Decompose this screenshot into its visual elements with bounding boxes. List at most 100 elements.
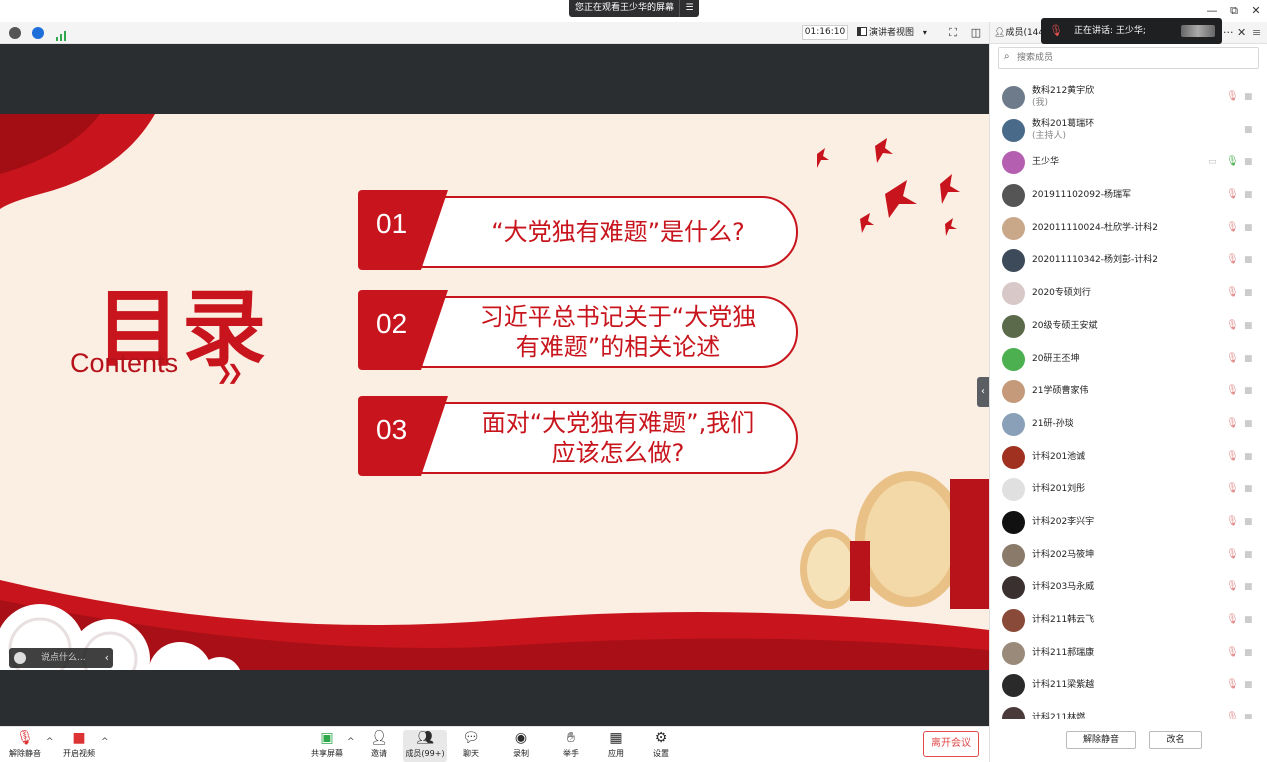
- member-row[interactable]: 计科211梁紫越 🎙︎ ■: [990, 669, 1267, 702]
- camera-off-icon[interactable]: ■: [1244, 92, 1256, 102]
- unmute-button[interactable]: 🎙︎ 解除静音: [6, 730, 44, 762]
- more-icon[interactable]: ···: [1223, 22, 1234, 44]
- emoji-icon[interactable]: [14, 652, 26, 664]
- member-row[interactable]: 202011110024-杜欣学-计科2 🎙︎ ■: [990, 212, 1267, 245]
- signal-icon[interactable]: [55, 27, 67, 41]
- close-button[interactable]: ✕: [1247, 3, 1265, 19]
- member-row[interactable]: 21研-孙琰 🎙︎ ■: [990, 408, 1267, 441]
- member-row[interactable]: 计科203马永威 🎙︎ ■: [990, 571, 1267, 604]
- mic-off-icon[interactable]: 🎙︎: [1226, 385, 1239, 397]
- member-row[interactable]: 20级专硕王安斌 🎙︎ ■: [990, 310, 1267, 343]
- member-search-input[interactable]: [1017, 50, 1247, 66]
- member-name-block: 2020专硕刘行: [1032, 277, 1091, 309]
- mic-off-icon[interactable]: 🎙︎: [1226, 91, 1239, 103]
- member-row[interactable]: 计科211郝瑞康 🎙︎ ■: [990, 637, 1267, 670]
- camera-off-icon[interactable]: ■: [1244, 517, 1256, 527]
- apps-button[interactable]: ▦ 应用: [600, 730, 632, 762]
- chevron-up-icon[interactable]: ^: [46, 737, 54, 747]
- member-name-block: 202011110342-杨刘彭-计科2: [1032, 244, 1158, 276]
- mic-off-icon[interactable]: 🎙︎: [1226, 353, 1239, 365]
- view-mode-button[interactable]: 演讲者视图 ▾: [857, 25, 937, 40]
- panel-collapse-handle[interactable]: ‹: [977, 377, 989, 407]
- sidebar-toggle-icon[interactable]: ◫: [968, 25, 984, 41]
- camera-off-icon[interactable]: ■: [1244, 321, 1256, 331]
- member-row[interactable]: 计科201刘彤 🎙︎ ■: [990, 473, 1267, 506]
- member-row[interactable]: 计科202马筱坤 🎙︎ ■: [990, 539, 1267, 572]
- mic-off-icon[interactable]: 🎙︎: [1226, 287, 1239, 299]
- member-row[interactable]: 计科211韩云飞 🎙︎ ■: [990, 604, 1267, 637]
- share-banner[interactable]: 您正在观看王少华的屏幕 ☰: [569, 0, 699, 17]
- chat-button[interactable]: 💬︎ 聊天: [455, 730, 487, 762]
- avatar: [1002, 609, 1025, 632]
- record-button[interactable]: ◉ 录制: [505, 730, 537, 762]
- info-icon[interactable]: [9, 27, 21, 39]
- camera-off-icon[interactable]: ■: [1244, 582, 1256, 592]
- member-row[interactable]: 计科202李兴宇 🎙︎ ■: [990, 506, 1267, 539]
- member-name: 计科211林燃: [1032, 713, 1086, 719]
- fullscreen-icon[interactable]: ⛶: [945, 25, 961, 41]
- invite-button[interactable]: 👤︎ 邀请: [362, 730, 396, 762]
- collapse-chat-icon[interactable]: ‹: [105, 648, 109, 668]
- member-name: 计科202李兴宇: [1032, 516, 1095, 527]
- camera-off-icon[interactable]: ■: [1244, 223, 1256, 233]
- member-row[interactable]: 2020专硕刘行 🎙︎ ■: [990, 277, 1267, 310]
- member-row[interactable]: 数科201葛瑞环 (主持人) ■: [990, 114, 1267, 147]
- settings-button[interactable]: ⚙︎ 设置: [645, 730, 677, 762]
- mic-off-icon[interactable]: 🎙︎: [1226, 581, 1239, 593]
- member-row[interactable]: 201911102092-杨瑞军 🎙︎ ■: [990, 179, 1267, 212]
- camera-off-icon[interactable]: ■: [1244, 484, 1256, 494]
- mic-off-icon[interactable]: 🎙︎: [1226, 647, 1239, 659]
- camera-off-icon[interactable]: ■: [1244, 452, 1256, 462]
- leave-meeting-button[interactable]: 离开会议: [923, 731, 979, 757]
- mic-off-icon[interactable]: 🎙︎: [1226, 712, 1239, 719]
- mic-off-icon[interactable]: 🎙︎: [1226, 679, 1239, 691]
- mic-off-icon[interactable]: 🎙︎: [1226, 516, 1239, 528]
- camera-off-icon[interactable]: ■: [1244, 386, 1256, 396]
- start-video-button[interactable]: ■ 开启视频: [60, 730, 98, 762]
- camera-off-icon[interactable]: ■: [1244, 648, 1256, 658]
- mic-off-icon[interactable]: 🎙︎: [1226, 254, 1239, 266]
- close-icon[interactable]: ✕: [1237, 22, 1246, 44]
- restore-button[interactable]: ⧉: [1225, 3, 1243, 19]
- camera-off-icon[interactable]: ■: [1244, 125, 1256, 135]
- mic-off-icon[interactable]: 🎙︎: [1226, 222, 1239, 234]
- list-icon[interactable]: ☰: [679, 0, 699, 17]
- member-row[interactable]: 20研王丕坤 🎙︎ ■: [990, 343, 1267, 376]
- camera-off-icon[interactable]: ■: [1244, 419, 1256, 429]
- rename-button[interactable]: 改名: [1149, 731, 1202, 749]
- menu-icon[interactable]: ≡: [1252, 22, 1261, 44]
- members-label: 成员(99+): [405, 749, 445, 758]
- mic-on-icon[interactable]: 🎙︎: [1226, 156, 1239, 168]
- mic-off-icon[interactable]: 🎙︎: [1226, 549, 1239, 561]
- member-row[interactable]: 21学硕曹家伟 🎙︎ ■: [990, 375, 1267, 408]
- quick-chat-input[interactable]: 说点什么... ‹: [9, 648, 113, 668]
- camera-off-icon[interactable]: ■: [1244, 157, 1256, 167]
- camera-off-icon[interactable]: ■: [1244, 354, 1256, 364]
- shield-icon[interactable]: [32, 27, 44, 39]
- chevron-up-icon[interactable]: ^: [347, 737, 355, 747]
- raise-hand-button[interactable]: ✋︎ 举手: [555, 730, 587, 762]
- member-row[interactable]: 202011110342-杨刘彭-计科2 🎙︎ ■: [990, 244, 1267, 277]
- member-search[interactable]: ⌕: [998, 47, 1259, 69]
- camera-off-icon[interactable]: ■: [1244, 255, 1256, 265]
- mic-off-icon[interactable]: 🎙︎: [1226, 483, 1239, 495]
- mic-off-icon[interactable]: 🎙︎: [1226, 418, 1239, 430]
- camera-off-icon[interactable]: ■: [1244, 288, 1256, 298]
- camera-off-icon[interactable]: ■: [1244, 615, 1256, 625]
- member-row[interactable]: 计科211林燃 🎙︎ ■: [990, 702, 1267, 719]
- members-button[interactable]: 👥︎ 成员(99+): [403, 730, 447, 762]
- member-row[interactable]: 王少华 ▭ 🎙︎ ■: [990, 146, 1267, 179]
- mic-off-icon[interactable]: 🎙︎: [1226, 189, 1239, 201]
- share-screen-button[interactable]: ▣ 共享屏幕: [308, 730, 346, 762]
- camera-off-icon[interactable]: ■: [1244, 680, 1256, 690]
- member-row[interactable]: 数科212黄宇欣 (我) 🎙︎ ■: [990, 81, 1267, 114]
- chevron-up-icon[interactable]: ^: [101, 737, 109, 747]
- minimize-button[interactable]: —: [1203, 3, 1221, 19]
- camera-off-icon[interactable]: ■: [1244, 550, 1256, 560]
- mic-off-icon[interactable]: 🎙︎: [1226, 451, 1239, 463]
- unmute-all-button[interactable]: 解除静音: [1066, 731, 1136, 749]
- mic-off-icon[interactable]: 🎙︎: [1226, 320, 1239, 332]
- mic-off-icon[interactable]: 🎙︎: [1226, 614, 1239, 626]
- member-row[interactable]: 计科201池诚 🎙︎ ■: [990, 441, 1267, 474]
- camera-off-icon[interactable]: ■: [1244, 190, 1256, 200]
